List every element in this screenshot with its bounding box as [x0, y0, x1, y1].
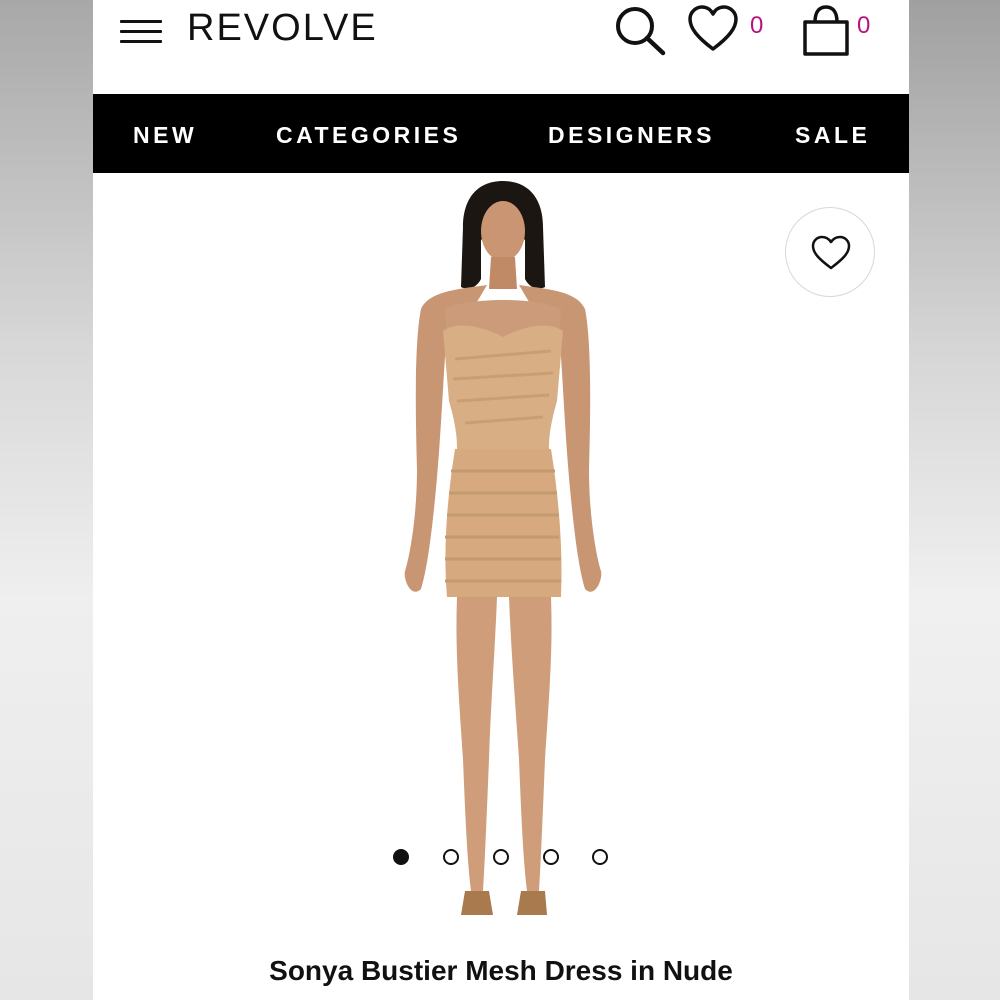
pagination-dot-5[interactable] — [592, 849, 608, 865]
site-header: REVOLVE 0 0 — [93, 0, 909, 94]
pagination-dot-3[interactable] — [493, 849, 509, 865]
hamburger-icon[interactable] — [120, 20, 162, 44]
nav-designers[interactable]: DESIGNERS — [548, 122, 715, 149]
heart-icon — [811, 235, 851, 270]
shopping-bag-icon[interactable] — [799, 4, 853, 58]
nav-new[interactable]: NEW — [133, 122, 197, 149]
favorite-button[interactable] — [785, 207, 875, 297]
main-navigation: NEW CATEGORIES DESIGNERS SALE — [93, 94, 909, 173]
nav-sale[interactable]: SALE — [795, 122, 870, 149]
bag-count: 0 — [857, 12, 871, 39]
search-icon[interactable] — [613, 4, 669, 56]
product-title: Sonya Bustier Mesh Dress in Nude — [269, 955, 733, 986]
background-right — [909, 0, 1000, 1000]
pagination-dot-4[interactable] — [543, 849, 559, 865]
pagination-dot-1[interactable] — [393, 849, 409, 865]
image-pagination — [93, 849, 909, 869]
site-logo[interactable]: REVOLVE — [187, 7, 378, 50]
nav-categories[interactable]: CATEGORIES — [276, 122, 461, 149]
wishlist-heart-icon[interactable] — [687, 4, 739, 54]
product-image — [404, 181, 602, 915]
pagination-dot-2[interactable] — [443, 849, 459, 865]
mobile-page: REVOLVE 0 0 NEW CATEGORIES DESIGNERS SAL… — [93, 0, 909, 1000]
wishlist-count: 0 — [750, 12, 764, 39]
product-image-gallery[interactable] — [93, 173, 909, 933]
background-left — [0, 0, 93, 1000]
